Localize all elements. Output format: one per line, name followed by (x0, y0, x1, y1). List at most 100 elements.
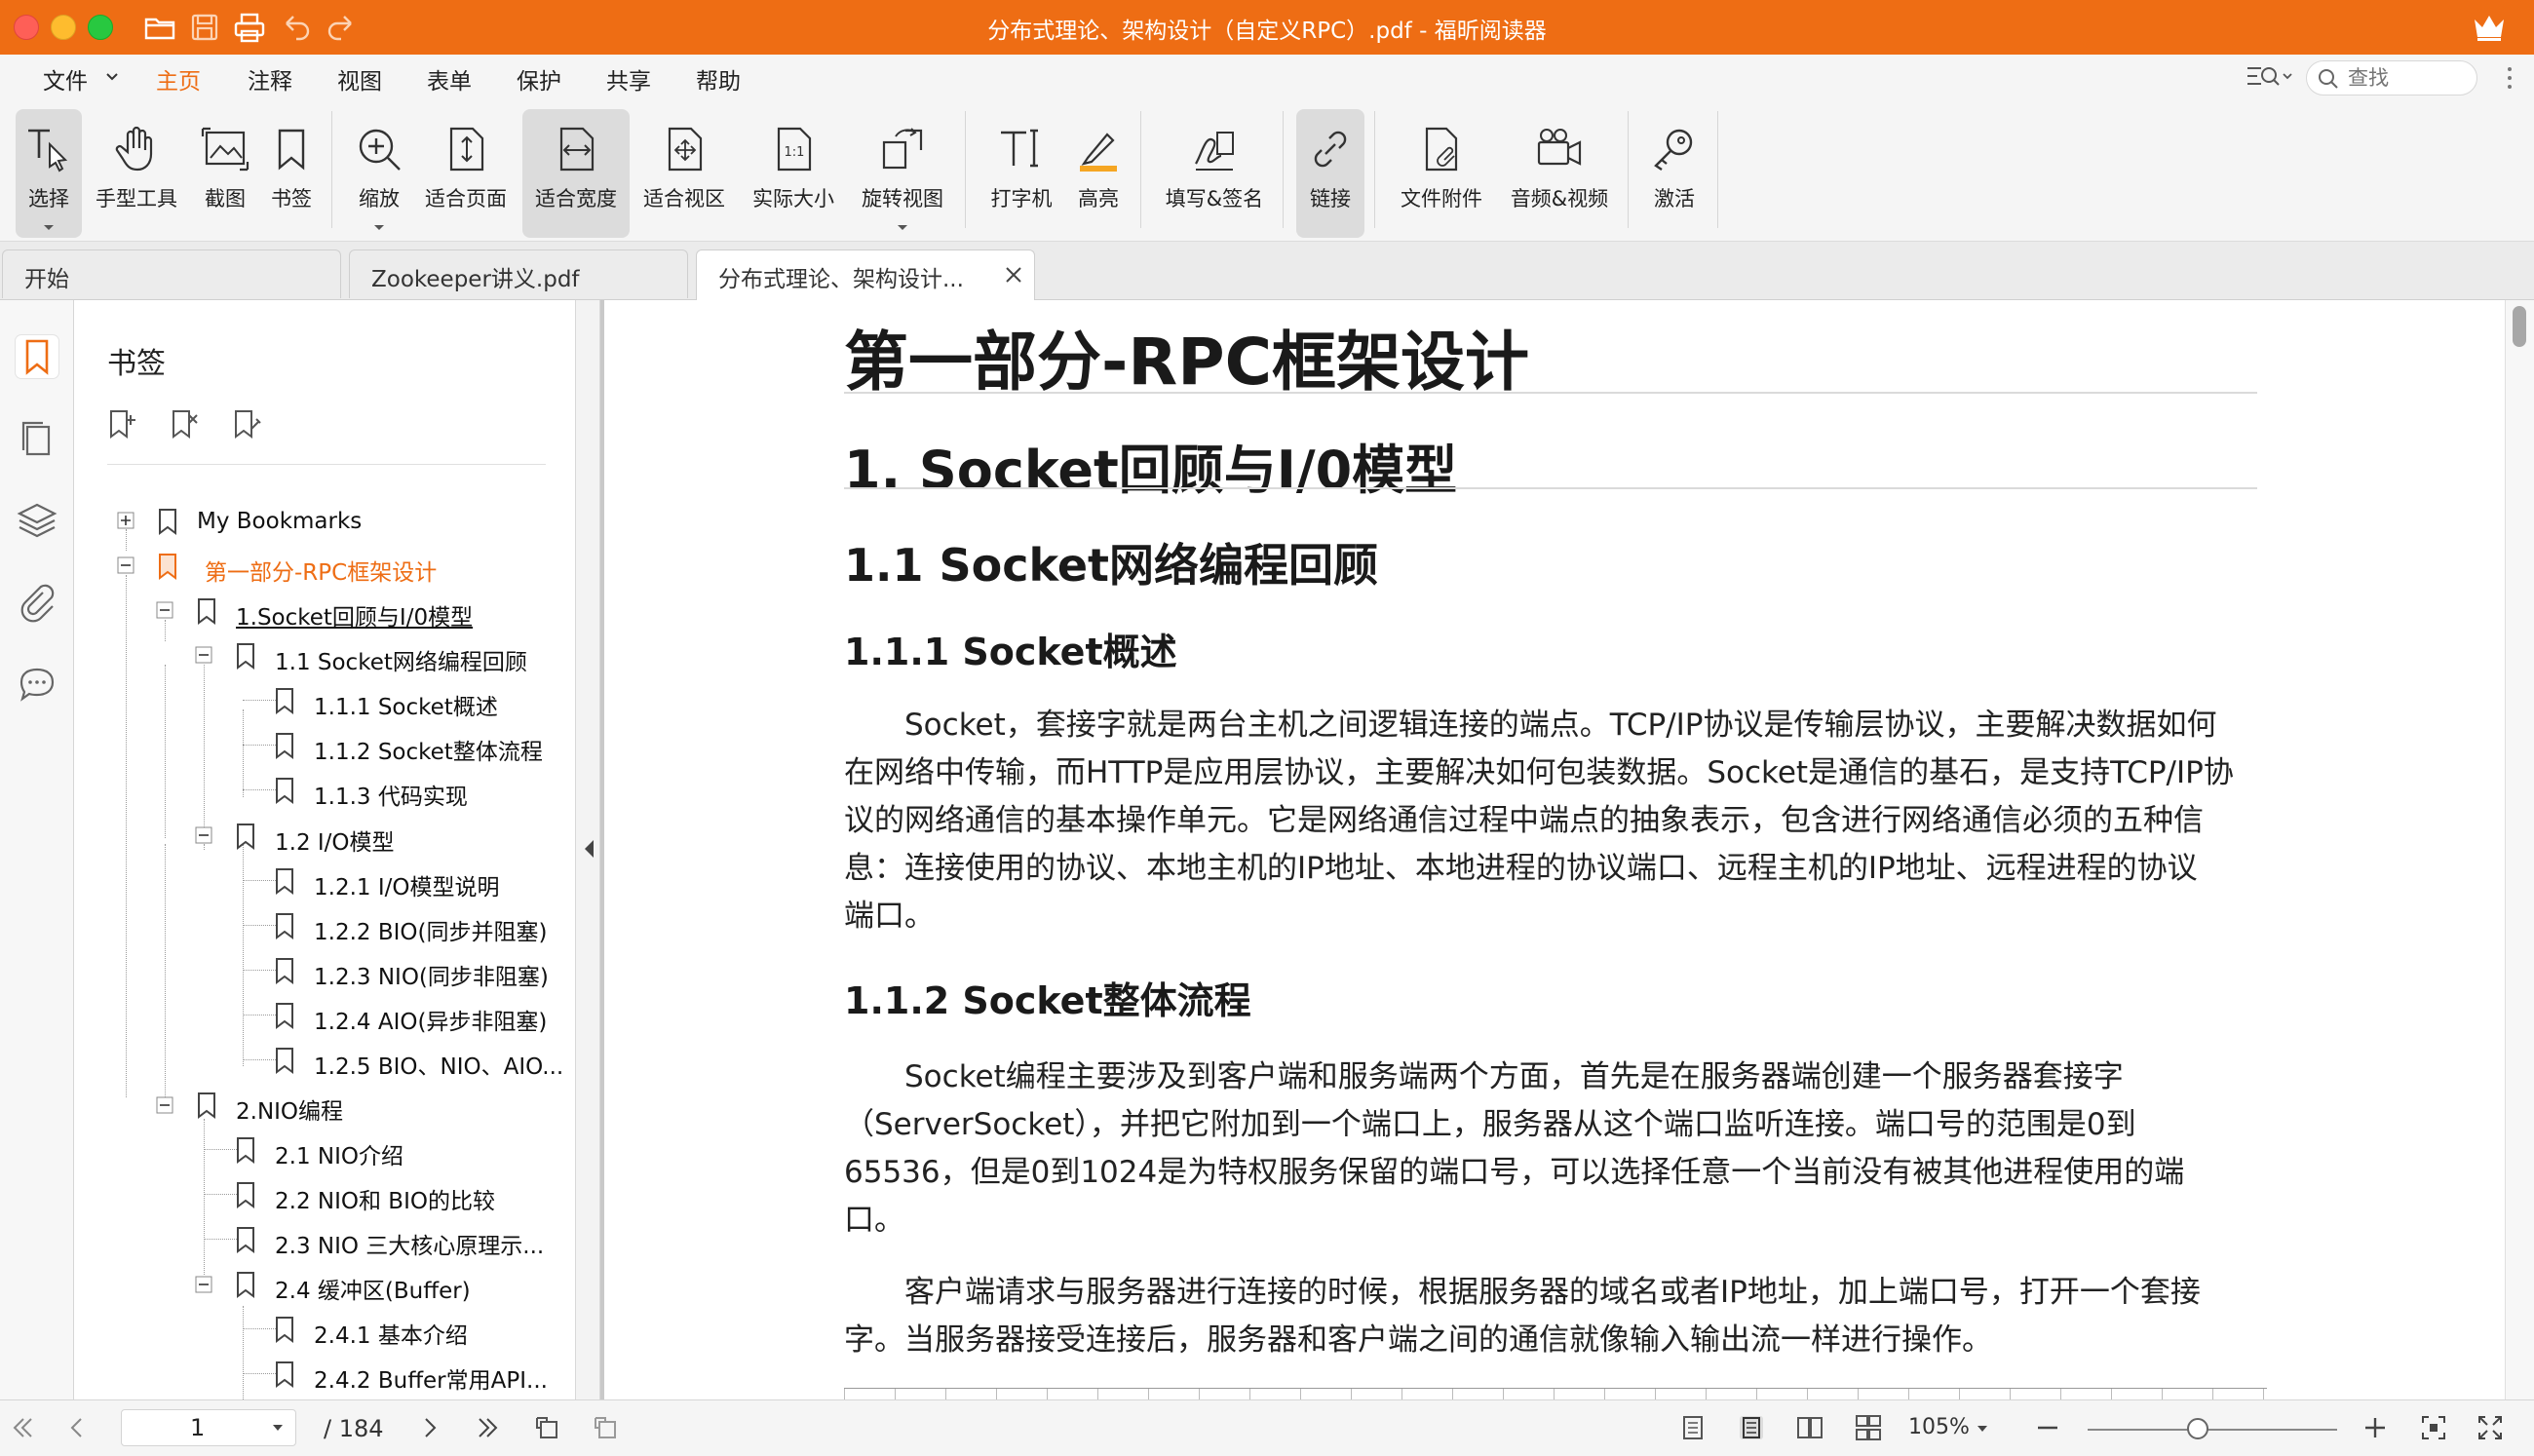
last-page-icon[interactable] (474, 1413, 503, 1442)
menu-view[interactable]: 视图 (337, 62, 382, 96)
expand-icon[interactable] (117, 512, 134, 529)
fit-page-button[interactable]: 适合页面 (417, 109, 515, 238)
continuous-facing-icon[interactable] (1854, 1413, 1883, 1442)
bookmark-item-selected[interactable]: 第一部分-RPC框架设计 (156, 546, 565, 585)
activate-button[interactable]: 激活 (1643, 109, 1706, 238)
highlight-button[interactable]: 高亮 (1064, 109, 1133, 238)
collapse-icon[interactable] (195, 646, 212, 664)
first-page-icon[interactable] (8, 1413, 37, 1442)
bookmark-item[interactable]: 2.1 NIO介绍 (234, 1130, 565, 1169)
bookmark-button[interactable]: 书签 (261, 109, 322, 238)
bookmark-item[interactable]: 2.4.1 基本介绍 (273, 1309, 565, 1348)
delete-bookmark-icon[interactable] (168, 407, 201, 441)
bookmarks-panel-icon[interactable] (16, 335, 58, 378)
window-minimize-button[interactable] (51, 15, 76, 40)
bookmark-item[interactable]: 2.4 缓冲区(Buffer) (234, 1264, 565, 1303)
redo-icon[interactable] (324, 10, 359, 45)
tab-current-document[interactable]: 分布式理论、架构设计... (696, 249, 1035, 301)
menu-share[interactable]: 共享 (606, 62, 651, 96)
chevron-down-icon[interactable] (43, 224, 55, 232)
window-maximize-button[interactable] (88, 15, 113, 40)
next-view-icon[interactable] (591, 1413, 620, 1442)
print-icon[interactable] (232, 10, 267, 45)
attachments-panel-icon[interactable] (16, 581, 58, 624)
save-icon[interactable] (187, 10, 222, 45)
undo-icon[interactable] (279, 10, 314, 45)
continuous-view-icon[interactable] (1737, 1413, 1766, 1442)
bookmark-item[interactable]: 1.2.4 AIO(异步非阻塞) (273, 995, 565, 1034)
menu-form[interactable]: 表单 (427, 62, 472, 96)
zoom-button[interactable]: 缩放 (347, 109, 411, 238)
collapse-icon[interactable] (195, 826, 212, 844)
single-page-view-icon[interactable] (1678, 1413, 1708, 1442)
search-input[interactable] (2348, 65, 2465, 91)
rotate-view-button[interactable]: 旋转视图 (852, 109, 953, 238)
menu-file[interactable]: 文件 (43, 62, 88, 96)
previous-view-icon[interactable] (532, 1413, 561, 1442)
page-number-input[interactable] (190, 1414, 249, 1441)
open-folder-icon[interactable] (142, 10, 177, 45)
bookmark-item[interactable]: 1.2 I/O模型 (234, 816, 565, 855)
bookmark-item[interactable]: 1.2.3 NIO(同步非阻塞) (273, 950, 565, 989)
bookmark-item[interactable]: 1.1 Socket网络编程回顾 (234, 635, 565, 674)
bookmark-item[interactable]: 2.4.2 Buffer常用API... (273, 1354, 565, 1393)
bookmark-item[interactable]: 1.1.2 Socket整体流程 (273, 725, 565, 764)
facing-view-icon[interactable] (1795, 1413, 1824, 1442)
pages-panel-icon[interactable] (16, 417, 58, 460)
fit-visible-button[interactable]: 适合视区 (635, 109, 733, 238)
more-vertical-icon[interactable] (2503, 64, 2516, 92)
link-button[interactable]: 链接 (1296, 109, 1364, 238)
window-close-button[interactable] (14, 15, 39, 40)
zoom-slider-track[interactable] (2088, 1429, 2337, 1431)
zoom-level-select[interactable]: 105% (1908, 1415, 1988, 1439)
page-number-field[interactable] (121, 1409, 296, 1446)
fullscreen-icon[interactable] (2476, 1413, 2505, 1442)
search-box[interactable] (2306, 60, 2477, 96)
bookmark-item[interactable]: 2.2 NIO和 BIO的比较 (234, 1174, 565, 1213)
layers-panel-icon[interactable] (16, 499, 58, 542)
bookmark-item[interactable]: 1.2.1 I/O模型说明 (273, 861, 565, 900)
collapse-icon[interactable] (195, 1276, 212, 1293)
collapse-icon[interactable] (156, 1096, 173, 1114)
hand-tool-button[interactable]: 手型工具 (90, 109, 183, 238)
fill-sign-button[interactable]: 填写&签名 (1156, 109, 1273, 238)
fit-to-window-icon[interactable] (2419, 1413, 2448, 1442)
menu-home[interactable]: 主页 (152, 62, 205, 105)
comments-panel-icon[interactable] (16, 663, 58, 706)
previous-page-icon[interactable] (62, 1413, 92, 1442)
bookmark-item[interactable]: 1.2.2 BIO(同步并阻塞) (273, 905, 565, 944)
menu-help[interactable]: 帮助 (696, 62, 741, 96)
add-bookmark-icon[interactable] (105, 407, 138, 441)
bookmark-item[interactable]: My Bookmarks (156, 501, 565, 540)
scrollbar-thumb[interactable] (2513, 306, 2526, 347)
bookmark-item[interactable]: 1.1.1 Socket概述 (273, 680, 565, 719)
crown-icon[interactable] (2472, 12, 2507, 43)
collapse-icon[interactable] (117, 556, 134, 574)
tab-zookeeper[interactable]: Zookeeper讲义.pdf (349, 249, 688, 298)
chevron-down-icon[interactable] (105, 70, 119, 84)
zoom-in-icon[interactable] (2361, 1413, 2390, 1442)
next-page-icon[interactable] (415, 1413, 444, 1442)
zoom-slider-knob[interactable] (2186, 1418, 2208, 1439)
bookmark-item[interactable]: 2.3 NIO 三大核心原理示... (234, 1219, 565, 1258)
select-tool-button[interactable]: 选择 (16, 109, 82, 238)
actual-size-button[interactable]: 1:1 实际大小 (743, 109, 844, 238)
typewriter-button[interactable]: 打字机 (982, 109, 1060, 238)
snapshot-button[interactable]: 截图 (195, 109, 255, 238)
chevron-down-icon[interactable] (272, 1424, 284, 1433)
bookmark-item[interactable]: 2.NIO编程 (195, 1085, 565, 1124)
collapse-icon[interactable] (156, 601, 173, 619)
menu-protect[interactable]: 保护 (517, 62, 561, 96)
chevron-down-icon[interactable] (897, 224, 908, 232)
tab-start[interactable]: 开始 (2, 249, 341, 298)
bookmark-settings-icon[interactable] (230, 407, 263, 441)
file-attachment-button[interactable]: 文件附件 (1388, 109, 1495, 238)
bookmark-item[interactable]: 1.2.5 BIO、NIO、AIO... (273, 1040, 565, 1079)
menu-comment[interactable]: 注释 (248, 62, 292, 96)
zoom-out-icon[interactable] (2033, 1413, 2062, 1442)
bookmark-item[interactable]: 1.Socket回顾与I/0模型 (195, 591, 565, 630)
bookmark-item[interactable]: 1.1.3 代码实现 (273, 770, 565, 809)
find-options-icon[interactable] (2246, 62, 2292, 92)
fit-width-button[interactable]: 适合宽度 (522, 109, 630, 238)
close-icon[interactable] (1003, 264, 1024, 286)
